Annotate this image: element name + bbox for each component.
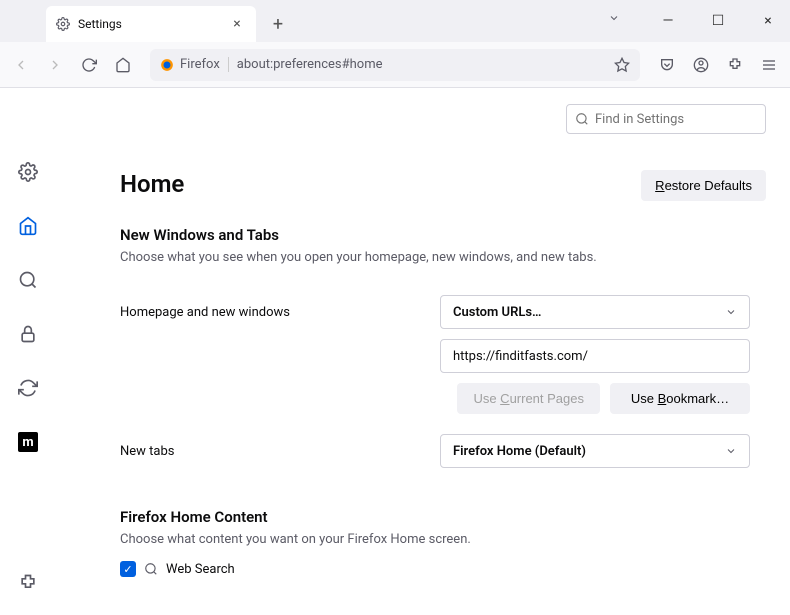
url-bar[interactable]: Firefox about:preferences#home	[150, 49, 640, 81]
web-search-label: Web Search	[166, 562, 235, 577]
sidebar-item-home[interactable]	[12, 210, 44, 242]
newtabs-select-value: Firefox Home (Default)	[453, 444, 586, 459]
sidebar-item-search[interactable]	[12, 264, 44, 296]
sidebar-item-extensions[interactable]	[12, 567, 44, 599]
homepage-select[interactable]: Custom URLs…	[440, 295, 750, 329]
minimize-icon[interactable]: —	[654, 13, 682, 29]
tab-strip: Settings × + — ☐ ×	[0, 0, 790, 42]
mozilla-icon: m	[18, 432, 38, 452]
chevron-down-icon	[725, 445, 737, 457]
section-title-new-windows: New Windows and Tabs	[120, 226, 766, 244]
search-small-icon	[144, 562, 158, 576]
forward-icon[interactable]	[46, 56, 64, 74]
chevron-down-icon	[725, 306, 737, 318]
web-search-checkbox[interactable]: ✓	[120, 561, 136, 577]
tab-title: Settings	[78, 17, 122, 31]
sidebar-item-general[interactable]	[12, 156, 44, 188]
sidebar-item-mozilla[interactable]: m	[12, 426, 44, 458]
new-tab-button[interactable]: +	[264, 10, 292, 38]
homepage-url-value: https://finditfasts.com/	[453, 349, 588, 364]
newtabs-label: New tabs	[120, 444, 440, 459]
gear-icon	[56, 17, 70, 31]
window-controls: — ☐ ×	[654, 0, 782, 42]
homepage-select-value: Custom URLs…	[453, 305, 541, 320]
settings-sidebar: m	[0, 88, 56, 615]
browser-toolbar: Firefox about:preferences#home	[0, 42, 790, 88]
search-icon	[575, 112, 589, 126]
identity-label: Firefox	[180, 57, 220, 72]
firefox-logo-icon	[160, 58, 174, 72]
bookmark-star-icon[interactable]	[614, 57, 630, 73]
find-placeholder: Find in Settings	[595, 112, 684, 127]
section-desc-new-windows: Choose what you see when you open your h…	[120, 250, 766, 265]
browser-tab[interactable]: Settings ×	[46, 6, 256, 42]
use-current-pages-button[interactable]: Use Current Pages	[457, 383, 600, 414]
tab-close-icon[interactable]: ×	[228, 15, 246, 33]
newtabs-select[interactable]: Firefox Home (Default)	[440, 434, 750, 468]
tab-list-chevron-icon[interactable]	[608, 12, 620, 24]
settings-main: Find in Settings Home Restore Defaults N…	[56, 88, 790, 615]
close-window-icon[interactable]: ×	[754, 13, 782, 29]
homepage-label: Homepage and new windows	[120, 305, 440, 320]
back-icon[interactable]	[12, 56, 30, 74]
section-title-home-content: Firefox Home Content	[120, 508, 766, 526]
url-text: about:preferences#home	[237, 57, 383, 72]
use-bookmark-button[interactable]: Use Bookmark…	[610, 383, 750, 414]
sidebar-item-privacy[interactable]	[12, 318, 44, 350]
account-icon[interactable]	[692, 56, 710, 74]
home-toolbar-icon[interactable]	[114, 56, 132, 74]
reload-icon[interactable]	[80, 56, 98, 74]
restore-defaults-button[interactable]: Restore Defaults	[641, 170, 766, 201]
menu-icon[interactable]	[760, 56, 778, 74]
pocket-icon[interactable]	[658, 56, 676, 74]
maximize-icon[interactable]: ☐	[704, 13, 732, 29]
identity-box[interactable]: Firefox	[160, 57, 229, 72]
find-in-settings-input[interactable]: Find in Settings	[566, 104, 766, 134]
homepage-url-input[interactable]: https://finditfasts.com/	[440, 339, 750, 373]
extensions-icon[interactable]	[726, 56, 744, 74]
section-desc-home-content: Choose what content you want on your Fir…	[120, 532, 766, 547]
sidebar-item-sync[interactable]	[12, 372, 44, 404]
